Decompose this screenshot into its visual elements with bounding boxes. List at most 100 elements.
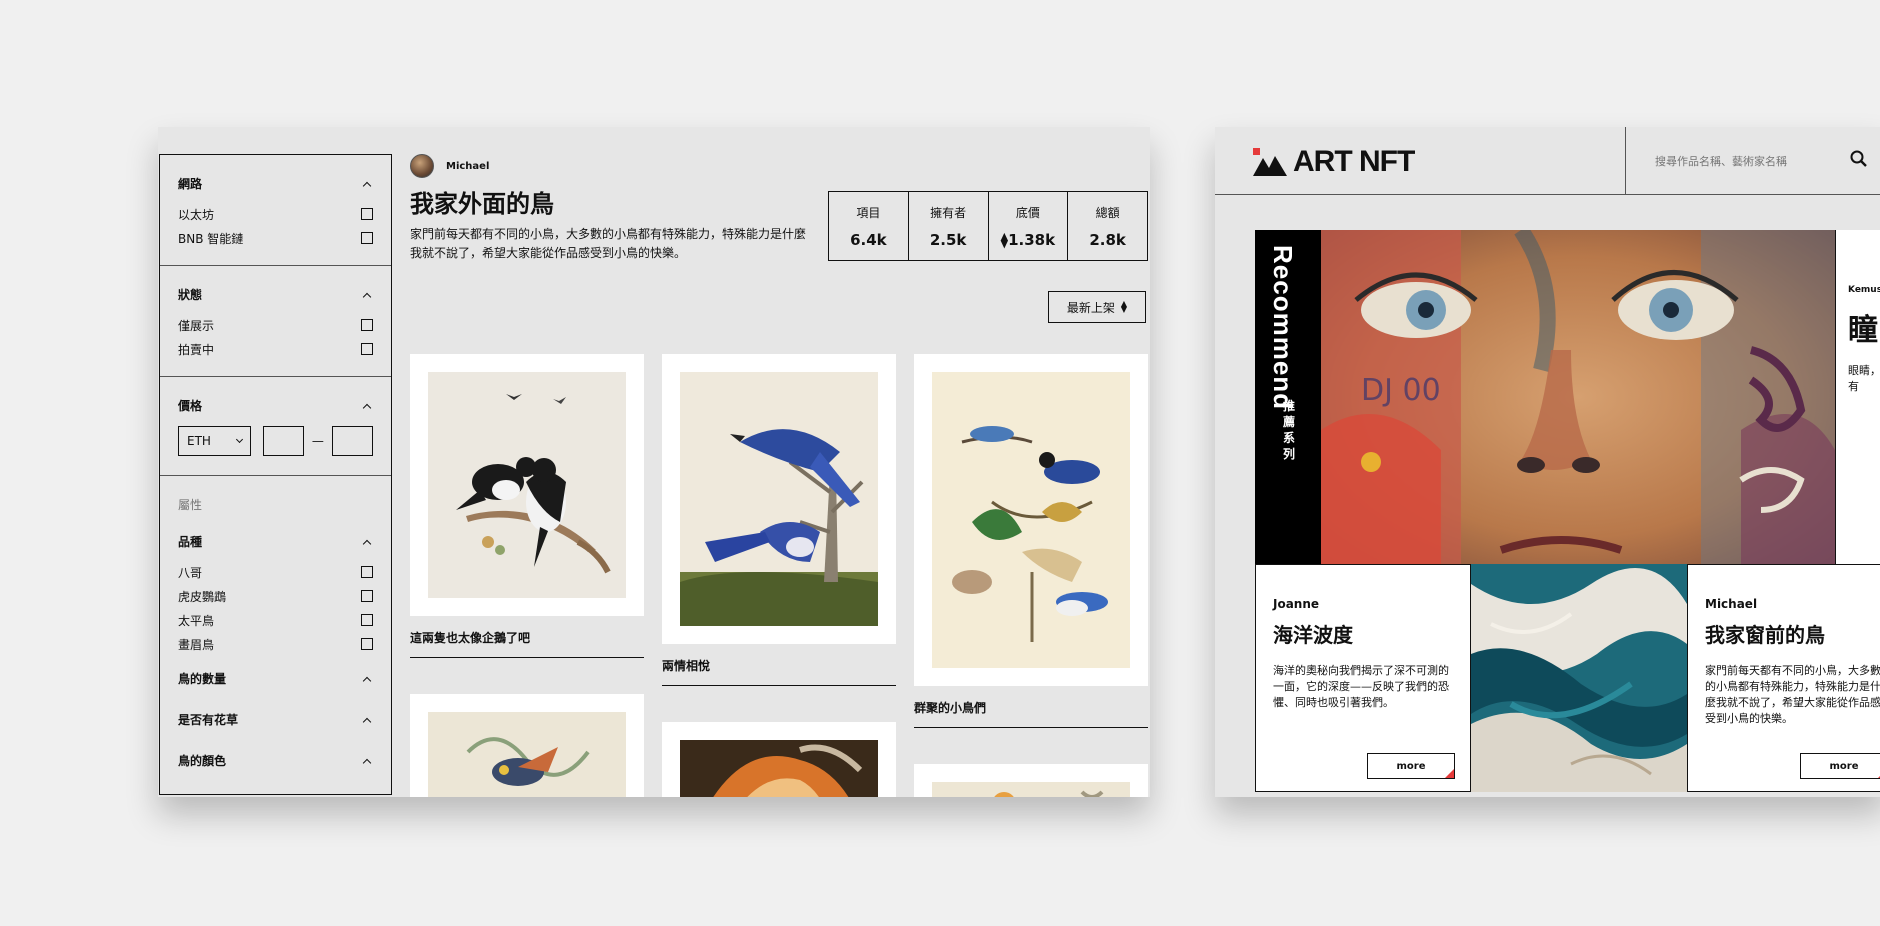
sort-dropdown[interactable]: 最新上架 ▲ ▼ (1048, 291, 1146, 323)
filter-option[interactable]: 太平鳥 (178, 608, 373, 632)
chevron-up-icon[interactable] (362, 403, 372, 412)
owner-profile[interactable]: Michael (410, 154, 489, 178)
marble-artwork-image[interactable] (1471, 564, 1687, 792)
featured-title: 瞳 (1848, 313, 1878, 348)
artwork-image[interactable] (428, 712, 626, 797)
stat-floor: 底價 ⧫1.38k (989, 192, 1069, 260)
checkbox[interactable] (361, 638, 373, 650)
filter-option[interactable]: 僅展示 (178, 313, 373, 337)
filter-option[interactable]: 以太坊 (178, 202, 373, 226)
more-button[interactable]: more (1367, 753, 1455, 779)
card-title: 海洋波度 (1273, 623, 1353, 647)
checkbox[interactable] (361, 614, 373, 626)
chevron-up-icon[interactable] (362, 181, 372, 190)
logo[interactable]: ART NFT (1253, 145, 1415, 179)
stat-label: 總額 (1095, 205, 1120, 220)
filter-flowers-header[interactable]: 是否有花草 (178, 711, 373, 728)
stat-volume: 總額 2.8k (1068, 192, 1147, 260)
artwork-image[interactable] (932, 782, 1130, 797)
stat-items: 項目 6.4k (829, 192, 909, 260)
option-label: 僅展示 (178, 318, 215, 333)
currency-select[interactable]: ETH (178, 426, 251, 456)
artwork-card[interactable] (410, 694, 644, 797)
option-label: 太平鳥 (178, 613, 215, 628)
filter-option[interactable]: 拍賣中 (178, 337, 373, 361)
attributes-label: 屬性 (178, 498, 203, 512)
owner-name[interactable]: Michael (446, 161, 489, 172)
more-button[interactable]: more (1800, 753, 1880, 779)
stat-label: 底價 (1015, 205, 1040, 220)
filter-option[interactable]: BNB 智能鏈 (178, 226, 373, 250)
more-label: more (1829, 760, 1859, 772)
stat-value: 2.5k (929, 230, 967, 249)
avatar[interactable] (410, 154, 434, 178)
search-icon[interactable] (1850, 150, 1868, 168)
stat-value: 6.4k (850, 230, 887, 249)
checkbox[interactable] (361, 232, 373, 244)
filter-network-header[interactable]: 網路 (178, 175, 373, 192)
filter-title: 價格 (178, 399, 203, 413)
filter-status-header[interactable]: 狀態 (178, 286, 373, 303)
filter-breed-header[interactable]: 品種 (178, 533, 373, 550)
filter-count-header[interactable]: 鳥的數量 (178, 670, 373, 687)
option-label: 八哥 (178, 565, 203, 580)
chevron-down-icon (235, 435, 243, 444)
price-min-input[interactable] (262, 426, 304, 456)
filter-network: 網路 以太坊 BNB 智能鏈 (160, 155, 391, 266)
sort-arrows-icon: ▲ ▼ (1120, 299, 1128, 314)
filter-title: 品種 (178, 535, 203, 549)
option-label: 拍賣中 (178, 342, 215, 357)
artwork-image[interactable] (680, 372, 878, 626)
artwork-title[interactable]: 這兩隻也太像企鵝了吧 (410, 629, 530, 646)
option-label: 虎皮鸚鵡 (178, 589, 227, 604)
filter-title: 是否有花草 (178, 713, 239, 727)
artwork-card[interactable] (914, 354, 1148, 686)
divider (410, 657, 644, 658)
price-max-input[interactable] (331, 426, 374, 456)
filter-price: 價格 ETH — (160, 377, 391, 476)
recommend-heading: Recommend (1268, 245, 1298, 411)
chevron-up-icon[interactable] (362, 717, 372, 726)
chevron-up-icon[interactable] (362, 539, 372, 548)
filter-option[interactable]: 虎皮鸚鵡 (178, 584, 373, 608)
artwork-image[interactable] (428, 372, 626, 598)
artwork-image[interactable] (932, 372, 1130, 668)
featured-artist[interactable]: Kemus (1848, 285, 1880, 295)
filter-attributes: 屬性 品種 八哥 虎皮鸚鵡 太平鳥 畫眉鳥 鳥的數量 是否有花草 鳥的顏色 (160, 476, 391, 789)
sort-label: 最新上架 (1066, 300, 1115, 315)
checkbox[interactable] (361, 343, 373, 355)
checkbox[interactable] (361, 319, 373, 331)
filter-title: 鳥的數量 (178, 672, 227, 686)
checkbox[interactable] (361, 590, 373, 602)
card-description: 家門前每天都有不同的小鳥，大多數的小鳥都有特殊能力，特殊能力是什麼我就不說了，希… (1705, 664, 1880, 725)
checkbox[interactable] (361, 566, 373, 578)
artwork-card[interactable] (662, 722, 896, 797)
artwork-title[interactable]: 兩情相悅 (662, 657, 710, 674)
chevron-up-icon[interactable] (362, 676, 372, 685)
filter-color-header[interactable]: 鳥的顏色 (178, 752, 373, 769)
artwork-card[interactable] (662, 354, 896, 644)
checkbox[interactable] (361, 208, 373, 220)
card-artist[interactable]: Joanne (1273, 597, 1319, 611)
collection-stats: 項目 6.4k 擁有者 2.5k 底價 ⧫1.38k 總額 2.8k (828, 191, 1148, 261)
collection-title: 我家外面的鳥 (410, 190, 554, 218)
search-input[interactable] (1655, 149, 1835, 173)
featured-artwork-image[interactable]: DJ 00 (1321, 230, 1835, 564)
artwork-title[interactable]: 群聚的小鳥們 (914, 699, 986, 716)
home-page-mockup: ART NFT Recommend 推薦系列 (1215, 127, 1880, 797)
chevron-up-icon[interactable] (362, 292, 372, 301)
option-label: BNB 智能鏈 (178, 231, 244, 246)
collection-page-mockup: 網路 以太坊 BNB 智能鏈 狀態 僅展示 拍賣中 價格 ETH — 屬性 品種… (158, 127, 1150, 797)
artwork-card[interactable] (410, 354, 644, 616)
artwork-image[interactable] (680, 740, 878, 797)
filter-price-header[interactable]: 價格 (178, 397, 373, 414)
chevron-up-icon[interactable] (362, 758, 372, 767)
card-artist[interactable]: Michael (1705, 597, 1757, 611)
featured-description: 眼睛，睛裡有 (1848, 364, 1880, 393)
filter-title: 狀態 (178, 288, 203, 302)
artwork-card[interactable] (914, 764, 1148, 797)
filter-option[interactable]: 畫眉鳥 (178, 632, 373, 656)
filter-option[interactable]: 八哥 (178, 560, 373, 584)
stat-label: 項目 (856, 205, 881, 220)
more-label: more (1396, 760, 1426, 772)
